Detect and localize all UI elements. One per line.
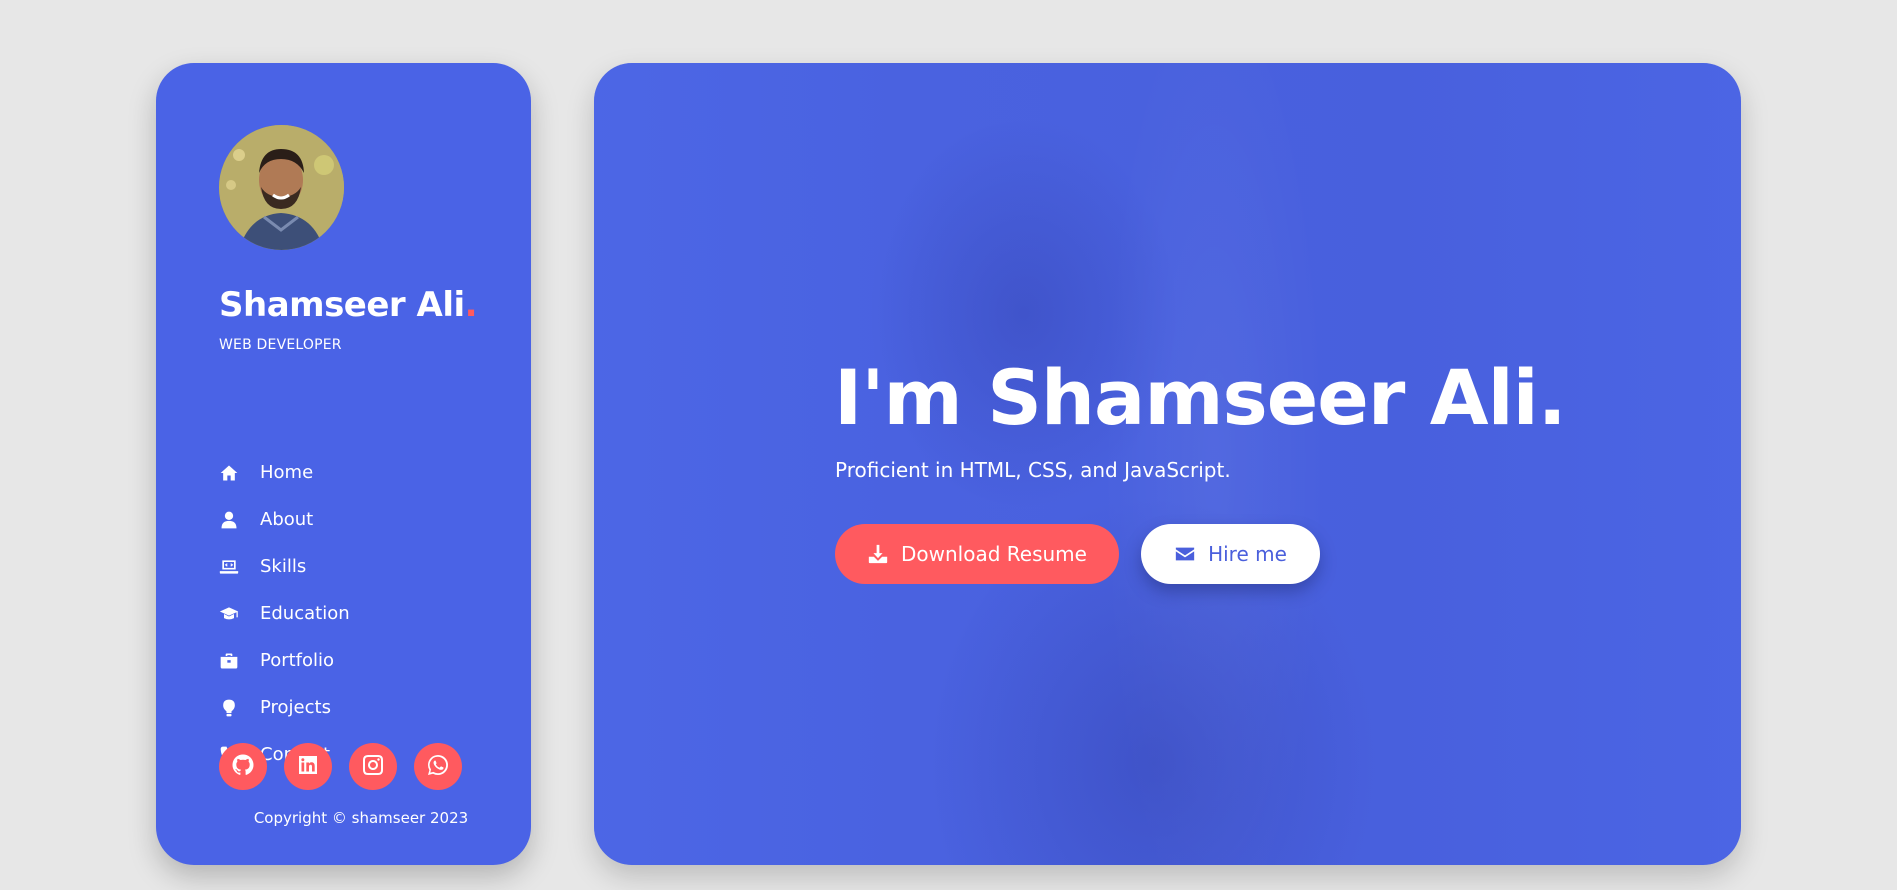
github-icon <box>231 753 255 781</box>
home-icon <box>218 462 240 484</box>
instagram-icon <box>361 753 385 781</box>
nav-label: Projects <box>260 697 331 718</box>
nav-label: Home <box>260 462 314 483</box>
download-resume-label: Download Resume <box>901 542 1087 566</box>
avatar-photo <box>219 125 344 250</box>
nav-item-about[interactable]: About <box>218 496 350 543</box>
nav-item-projects[interactable]: Projects <box>218 684 350 731</box>
linkedin-link[interactable] <box>284 743 332 790</box>
nav-item-skills[interactable]: Skills <box>218 543 350 590</box>
download-resume-button[interactable]: Download Resume <box>835 524 1119 584</box>
name-accent-dot: . <box>464 285 478 325</box>
nav-label: Education <box>260 603 350 624</box>
nav-label: About <box>260 509 314 530</box>
user-icon <box>218 509 240 531</box>
sidebar: Shamseer Ali. WEB DEVELOPER Home About S… <box>156 63 531 865</box>
briefcase-icon <box>218 650 240 672</box>
sidebar-nav: Home About Skills Education Portfolio Pr… <box>218 449 350 778</box>
lightbulb-icon <box>218 697 240 719</box>
github-link[interactable] <box>219 743 267 790</box>
nav-label: Skills <box>260 556 307 577</box>
download-icon <box>867 543 901 565</box>
graduation-cap-icon <box>218 603 240 625</box>
whatsapp-link[interactable] <box>414 743 462 790</box>
hire-me-label: Hire me <box>1208 542 1287 566</box>
nav-item-education[interactable]: Education <box>218 590 350 637</box>
hero-section: I'm Shamseer Ali. Proficient in HTML, CS… <box>594 63 1741 865</box>
profile-role: WEB DEVELOPER <box>219 337 342 353</box>
nav-item-home[interactable]: Home <box>218 449 350 496</box>
profile-name: Shamseer Ali. <box>219 285 478 325</box>
social-links <box>219 743 462 790</box>
hero-subtitle: Proficient in HTML, CSS, and JavaScript. <box>835 458 1231 482</box>
laptop-code-icon <box>218 556 240 578</box>
hire-me-button[interactable]: Hire me <box>1141 524 1320 584</box>
nav-label: Portfolio <box>260 650 335 671</box>
linkedin-icon <box>296 753 320 781</box>
envelope-icon <box>1174 543 1208 565</box>
hero-title: I'm Shamseer Ali. <box>834 353 1567 442</box>
whatsapp-icon <box>426 753 450 781</box>
instagram-link[interactable] <box>349 743 397 790</box>
copyright-text: Copyright © shamseer 2023 <box>253 809 469 827</box>
nav-item-portfolio[interactable]: Portfolio <box>218 637 350 684</box>
avatar <box>219 125 344 250</box>
